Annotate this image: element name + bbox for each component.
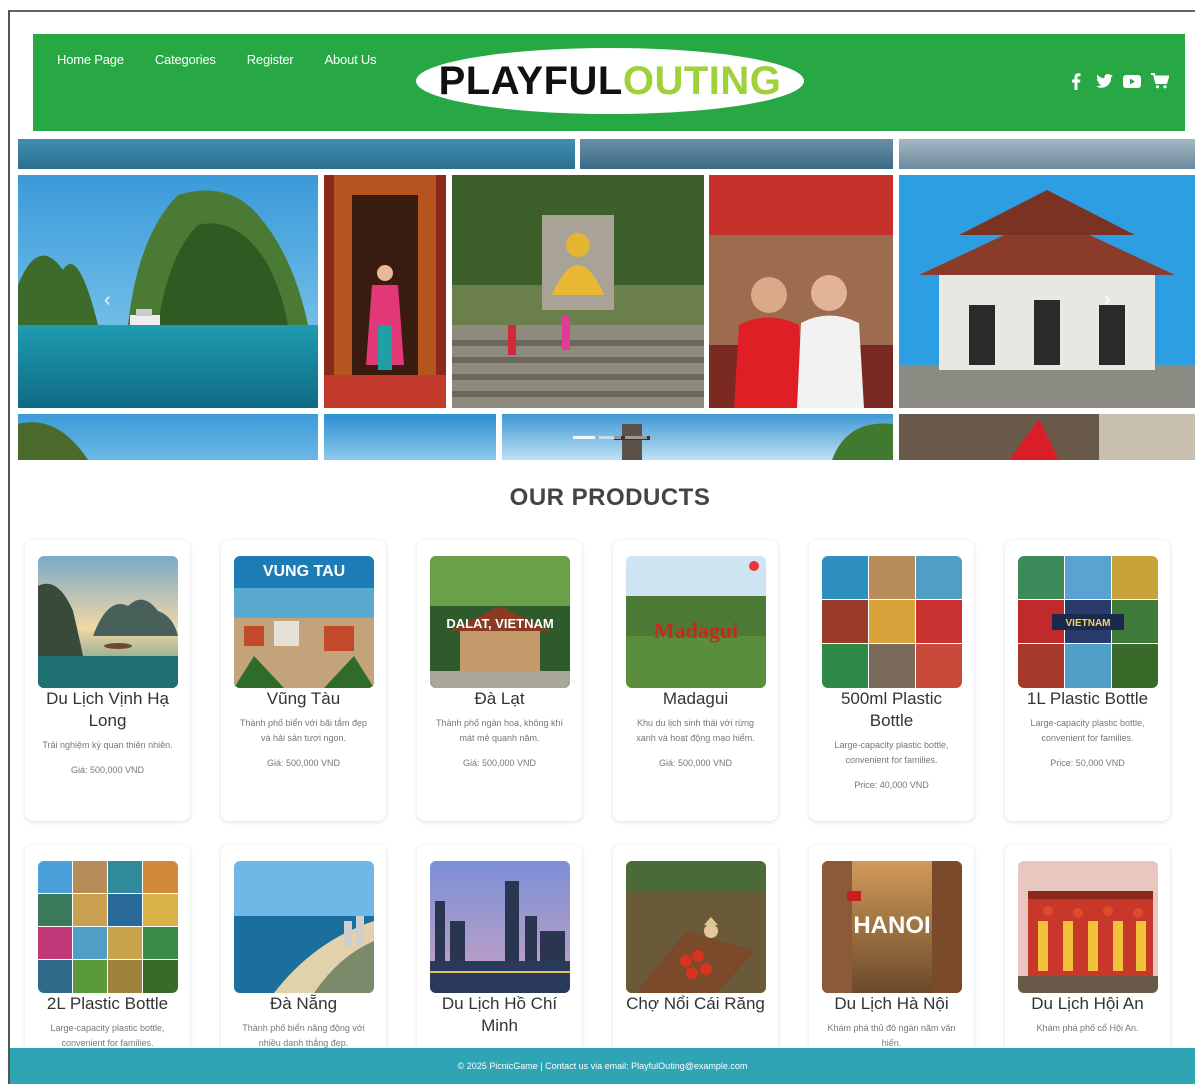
nav-register[interactable]: Register: [247, 52, 294, 67]
product-image[interactable]: [37, 861, 178, 993]
hero-strip-bottom-4: [899, 414, 1195, 460]
image-caption-vungtau: VUNG TAU: [262, 563, 344, 580]
product-description: Large-capacity plastic bottle, convenien…: [834, 740, 949, 765]
product-card[interactable]: VUNG TAU Vũng Tàu Thành phố biển với bãi…: [221, 540, 386, 821]
product-grid: Du Lịch Vịnh Hạ Long Trải nghiệm kỳ quan…: [25, 540, 1195, 1084]
carousel-indicators: [573, 436, 647, 439]
product-name: Madagui: [662, 689, 729, 708]
product-price: Price: 40,000 VND: [854, 780, 929, 790]
youtube-icon[interactable]: [1123, 72, 1141, 90]
product-name: Du Lịch Vịnh Hạ Long: [46, 689, 169, 730]
product-description: Khu du lịch sinh thái với rừng xanh và h…: [636, 718, 755, 743]
product-name: 500ml Plastic Bottle: [840, 689, 943, 730]
product-image[interactable]: VUNG TAU: [233, 556, 374, 688]
product-image[interactable]: Madagui: [625, 556, 766, 688]
hero-strip-bottom-2: [324, 414, 496, 460]
product-image[interactable]: [625, 861, 766, 993]
image-caption-hanoi: HANOI: [853, 912, 930, 939]
product-name: Đà Nẵng: [269, 994, 338, 1013]
product-card[interactable]: VIETNAM 1L Plastic Bottle Large-capacity…: [1005, 540, 1170, 821]
main-nav: Home Page Categories Register About Us: [57, 52, 377, 67]
product-card[interactable]: Madagui Madagui Khu du lịch sinh thái vớ…: [613, 540, 778, 821]
product-image[interactable]: [1017, 861, 1158, 993]
nav-home[interactable]: Home Page: [57, 52, 124, 67]
site-logo[interactable]: PLAYFUL OUTING: [416, 48, 804, 114]
product-image[interactable]: [233, 861, 374, 993]
footer-text: © 2025 PicnicGame | Contact us via email…: [457, 1061, 748, 1071]
product-image[interactable]: [37, 556, 178, 688]
product-description: Large-capacity plastic bottle, convenien…: [50, 1023, 165, 1048]
carousel-dot[interactable]: [599, 436, 621, 439]
site-header: Home Page Categories Register About Us P…: [33, 34, 1185, 131]
product-name: Đà Lạt: [474, 689, 525, 708]
product-description: Trải nghiệm kỳ quan thiên nhiên.: [42, 740, 173, 750]
hero-strip-sea-2: [580, 139, 893, 169]
product-image[interactable]: HANOI: [821, 861, 962, 993]
carousel-dot[interactable]: [573, 436, 595, 439]
facebook-icon[interactable]: [1067, 72, 1085, 90]
product-image[interactable]: [429, 861, 570, 993]
hero-halong-bay: [18, 175, 318, 408]
top-border: [8, 10, 1195, 12]
product-description: Khám phá phố cổ Hội An.: [1036, 1023, 1139, 1033]
product-image[interactable]: [821, 556, 962, 688]
image-caption-dalat: DALAT, VIETNAM: [446, 616, 553, 631]
product-price: Giá: 500,000 VND: [70, 765, 145, 775]
product-name: 1L Plastic Bottle: [1026, 689, 1149, 708]
product-name: Du Lịch Hà Nội: [834, 994, 949, 1013]
product-price: Giá: 500,000 VND: [266, 758, 341, 768]
image-caption-madagui: Madagui: [653, 618, 737, 643]
nav-categories[interactable]: Categories: [155, 52, 216, 67]
product-description: Khám phá thủ đô ngàn năm văn hiến.: [827, 1023, 956, 1048]
product-description: Large-capacity plastic bottle, convenien…: [1030, 718, 1145, 743]
product-price: Giá: 500,000 VND: [462, 758, 537, 768]
product-description: Thành phố biển với bãi tắm đẹp và hải sả…: [240, 718, 367, 743]
product-name: Vũng Tàu: [266, 689, 341, 708]
hero-strip-bottom-1: [18, 414, 318, 460]
product-price: Price: 50,000 VND: [1050, 758, 1125, 768]
product-name: Chợ Nổi Cái Răng: [626, 994, 765, 1013]
left-border: [8, 10, 10, 1084]
product-card[interactable]: DALAT, VIETNAM Đà Lạt Thành phố ngàn hoa…: [417, 540, 582, 821]
hero-market-women: [709, 175, 893, 408]
hero-temple-door: [324, 175, 446, 408]
product-card[interactable]: Du Lịch Vịnh Hạ Long Trải nghiệm kỳ quan…: [25, 540, 190, 821]
image-caption-vietnam: VIETNAM: [1065, 618, 1110, 629]
site-footer: © 2025 PicnicGame | Contact us via email…: [10, 1048, 1195, 1084]
hero-strip-bottom-3: [502, 414, 893, 460]
twitter-icon[interactable]: [1095, 72, 1113, 90]
product-name: 2L Plastic Bottle: [46, 994, 169, 1013]
hero-collage: ‹ ›: [18, 139, 1195, 460]
logo-text-playful: PLAYFUL: [438, 58, 623, 103]
carousel-prev-icon[interactable]: ‹: [104, 289, 111, 312]
hero-golden-buddha: [452, 175, 704, 408]
logo-text-outing: OUTING: [622, 58, 782, 103]
nav-about[interactable]: About Us: [325, 52, 377, 67]
cart-icon[interactable]: [1151, 72, 1169, 90]
product-image[interactable]: DALAT, VIETNAM: [429, 556, 570, 688]
product-description: Thành phố ngàn hoa, không khí mát mẻ qua…: [435, 718, 564, 743]
product-description: Thành phố biển năng động với nhiều danh …: [242, 1023, 365, 1048]
hero-strip-sea-1: [18, 139, 575, 169]
hero-old-pagoda: [899, 175, 1195, 408]
section-title: OUR PRODUCTS: [509, 484, 711, 511]
product-name: Du Lịch Hồ Chí Minh: [441, 994, 558, 1035]
product-price: Giá: 500,000 VND: [658, 758, 733, 768]
product-image[interactable]: VIETNAM: [1017, 556, 1158, 688]
hero-strip-sea-3: [899, 139, 1195, 169]
product-card[interactable]: 500ml Plastic Bottle Large-capacity plas…: [809, 540, 974, 821]
product-name: Du Lịch Hội An: [1031, 994, 1144, 1013]
social-links: [1067, 72, 1169, 90]
carousel-next-icon[interactable]: ›: [1104, 289, 1111, 312]
carousel-dot[interactable]: [625, 436, 647, 439]
